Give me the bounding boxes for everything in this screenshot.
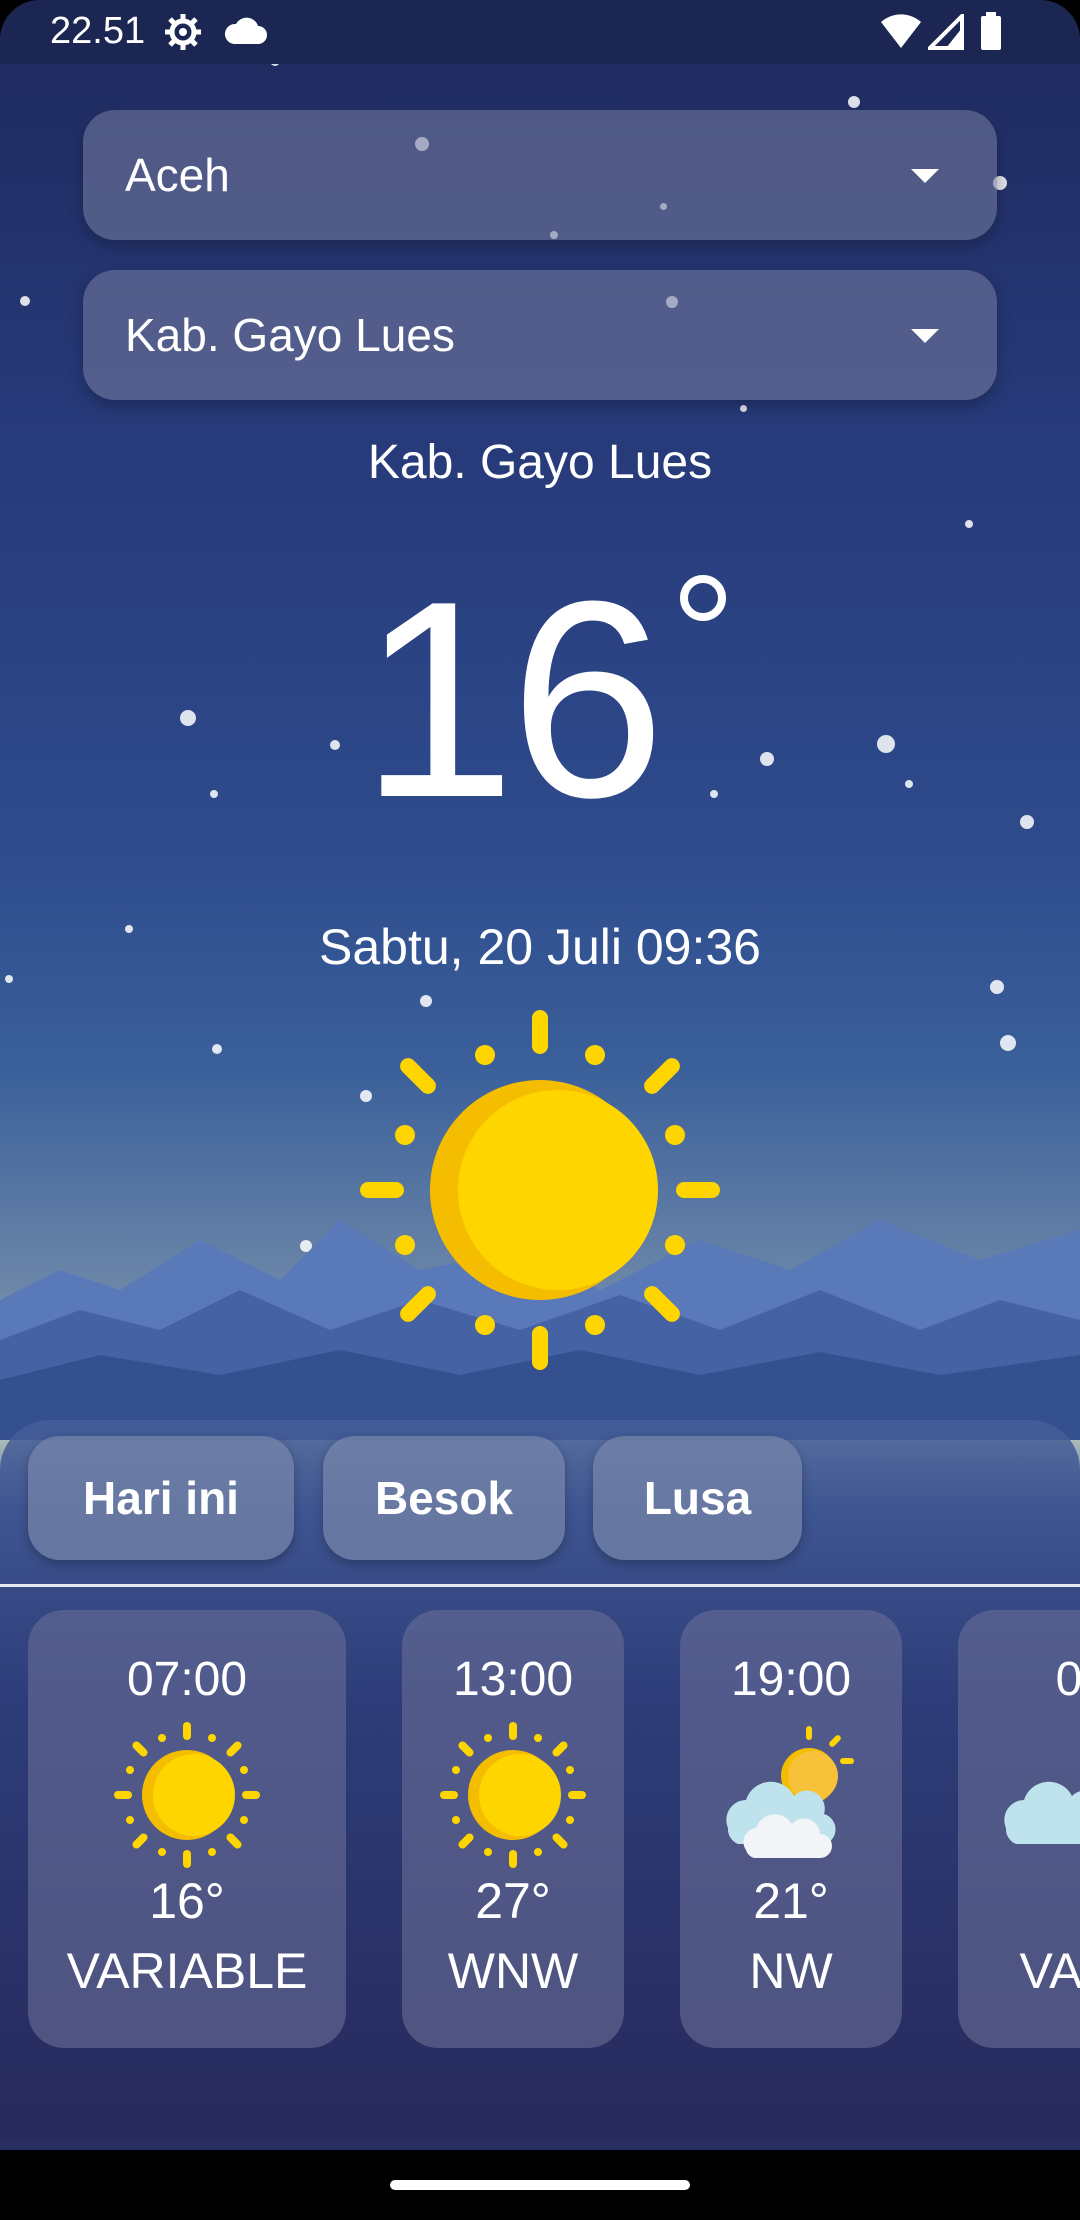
- current-datetime: Sabtu, 20 Juli 09:36: [319, 919, 761, 975]
- home-indicator[interactable]: [390, 2180, 690, 2190]
- status-bar: 22.51: [0, 0, 1080, 64]
- tab-lusa[interactable]: Lusa: [593, 1436, 802, 1560]
- wifi-icon: [880, 14, 922, 55]
- city-title: Kab. Gayo Lues: [367, 436, 713, 489]
- forecast-temperature: 27°: [475, 1873, 551, 1929]
- regency-dropdown-value: Kab. Gayo Lues: [125, 309, 455, 361]
- divider: [0, 1584, 1080, 1587]
- weather-app-screen: 22.51 Aceh Kab. Gayo Lues Kab. Gayo Lues…: [0, 0, 1080, 2220]
- forecast-wind: NW: [749, 1943, 833, 1999]
- tab-hari-ini[interactable]: Hari ini: [28, 1436, 294, 1560]
- regency-dropdown[interactable]: Kab. Gayo Lues: [83, 270, 997, 400]
- sun-icon: [114, 1722, 260, 1868]
- forecast-wind: VAR: [1019, 1943, 1080, 1999]
- province-dropdown[interactable]: Aceh: [83, 110, 997, 240]
- cloudy-icon: [1004, 1781, 1080, 1844]
- province-dropdown-value: Aceh: [125, 149, 230, 201]
- forecast-card[interactable]: 0 VAR: [958, 1610, 1080, 2048]
- forecast-card[interactable]: 13:00 27° WNW: [402, 1610, 624, 2048]
- forecast-time: 19:00: [730, 1653, 852, 1706]
- tab-besok[interactable]: Besok: [323, 1436, 565, 1560]
- cloud-icon: [222, 16, 268, 51]
- battery-icon: [980, 12, 1002, 55]
- chevron-down-icon: [911, 169, 939, 183]
- forecast-wind: WNW: [447, 1943, 579, 1999]
- forecast-temperature: 16°: [149, 1873, 225, 1929]
- forecast-temperature: 21°: [753, 1873, 829, 1929]
- forecast-time: 0: [1055, 1653, 1080, 1706]
- forecast-time: 07:00: [126, 1653, 248, 1706]
- forecast-card[interactable]: 19:00 21° NW: [680, 1610, 902, 2048]
- partly-cloudy-icon: [726, 1726, 854, 1858]
- forecast-wind: VARIABLE: [66, 1943, 308, 1999]
- signal-icon: [925, 11, 964, 55]
- sun-icon: [360, 1010, 720, 1370]
- forecast-time: 13:00: [452, 1653, 574, 1706]
- sun-icon: [440, 1722, 586, 1868]
- forecast-card[interactable]: 07:00 16° VARIABLE: [28, 1610, 346, 2048]
- status-time: 22.51: [50, 10, 146, 52]
- current-temperature: 16: [360, 544, 665, 856]
- settings-icon: [163, 12, 203, 57]
- degree-symbol: [680, 575, 726, 621]
- chevron-down-icon: [911, 329, 939, 343]
